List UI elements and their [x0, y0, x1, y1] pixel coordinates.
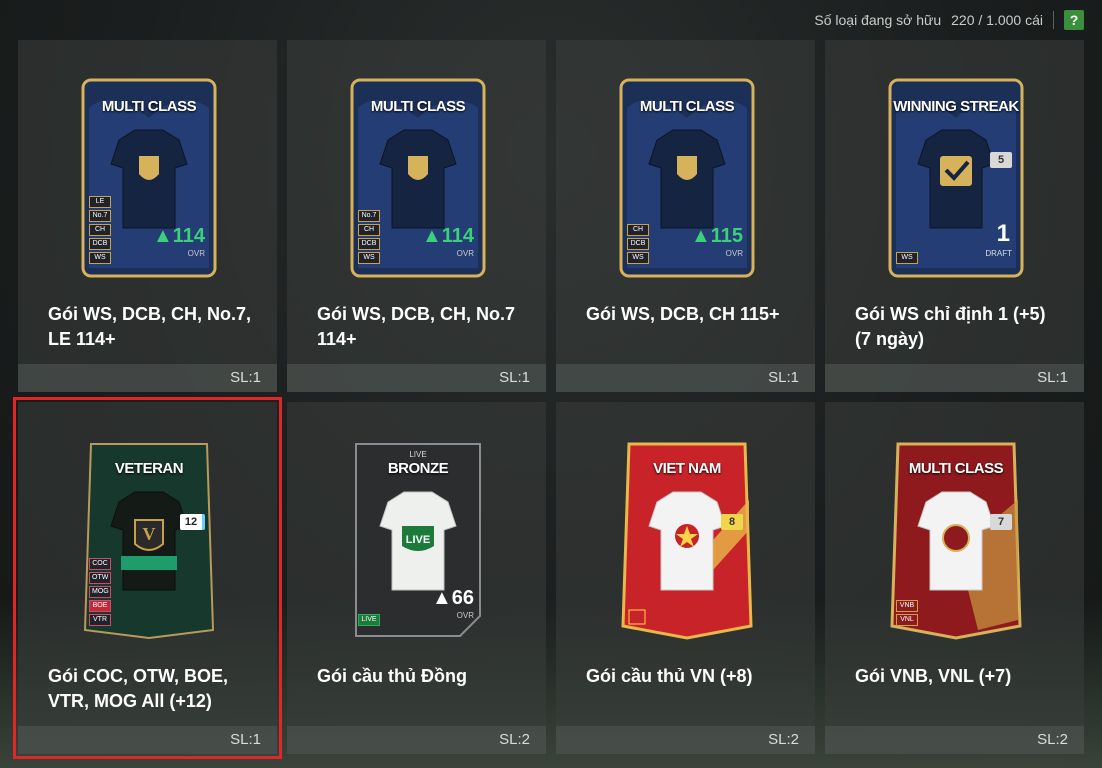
position-badge: MOG [89, 586, 111, 598]
upgrade-tag: 8 [721, 514, 743, 530]
pack-title: Gói WS, DCB, CH, No.7 114+ [317, 304, 515, 349]
position-badges: COC OTW MOG BOE VTR [89, 558, 111, 626]
position-badge: BOE [89, 600, 111, 612]
pack-tile[interactable]: MULTI CLASS LE No.7 CH DCB WS ▲114 OVR G… [18, 40, 277, 392]
position-badges: VNB VNL [896, 600, 918, 626]
header-divider [1053, 11, 1054, 29]
pack-card-image: WINNING STREAK 5 WS 1 DRAFT [888, 78, 1024, 278]
card-class-label: VETERAN [114, 460, 184, 477]
card-class-label: BRONZE [387, 460, 449, 477]
position-badges: CH DCB WS [627, 224, 649, 264]
ovr-value: ▲114 [421, 225, 474, 247]
card-class-label: MULTI CLASS [101, 98, 197, 115]
position-badge: DCB [627, 238, 649, 250]
position-badge: COC [89, 558, 111, 570]
pack-title: Gói cầu thủ Đồng [317, 666, 467, 686]
svg-text:V: V [143, 524, 156, 544]
card-class-label: MULTI CLASS [908, 460, 1004, 477]
position-badge: CH [358, 224, 380, 236]
pack-tile-selected[interactable]: V VETERAN 12 COC OTW MOG BOE VTR Gói COC… [13, 397, 282, 759]
position-badge: OTW [89, 572, 111, 584]
ovr-label: OVR [456, 249, 474, 258]
pack-quantity: SL:2 [499, 731, 530, 748]
ovr-label: OVR [725, 249, 743, 258]
pack-quantity: SL:1 [768, 369, 799, 386]
position-badge: No.7 [358, 210, 380, 222]
pack-title: Gói WS chỉ định 1 (+5) (7 ngày) [855, 304, 1046, 349]
pack-card-image: LIVE LIVE BRONZE LIVE ▲66 OVR [350, 440, 486, 640]
ovr-label: OVR [456, 611, 474, 620]
card-sub-label: LIVE [409, 450, 427, 459]
position-badges: LE No.7 CH DCB WS [89, 196, 111, 264]
pack-card-image: VIET NAM 8 [619, 440, 755, 640]
position-badge: CH [627, 224, 649, 236]
pack-title: Gói WS, DCB, CH, No.7, LE 114+ [48, 304, 252, 349]
pack-tile[interactable]: MULTI CLASS CH DCB WS ▲115 OVR Gói WS, D… [556, 40, 815, 392]
position-badge: CH [89, 224, 111, 236]
pack-quantity: SL:2 [1037, 731, 1068, 748]
pack-card-image: MULTI CLASS LE No.7 CH DCB WS ▲114 OVR [81, 78, 217, 278]
pack-card-image: MULTI CLASS No.7 CH DCB WS ▲114 OVR [350, 78, 486, 278]
owned-label: Số loại đang sở hữu [814, 12, 942, 28]
position-badge: VTR [89, 614, 111, 626]
position-badge: WS [89, 252, 111, 264]
pack-title: Gói WS, DCB, CH 115+ [586, 304, 780, 324]
upgrade-tag: 7 [990, 514, 1012, 530]
pack-tile[interactable]: MULTI CLASS 7 VNB VNL Gói VNB, VNL (+7) … [825, 402, 1084, 754]
inventory-header: Số loại đang sở hữu 220 / 1.000 cái ? [814, 8, 1084, 32]
pack-title: Gói cầu thủ VN (+8) [586, 666, 753, 686]
card-class-label: MULTI CLASS [639, 98, 735, 115]
position-badges: WS [896, 252, 918, 264]
position-badges: No.7 CH DCB WS [358, 210, 380, 264]
upgrade-tag: 12 [180, 514, 205, 530]
card-class-label: MULTI CLASS [370, 98, 466, 115]
position-badge: WS [627, 252, 649, 264]
position-badge: WS [358, 252, 380, 264]
pack-quantity: SL:1 [1037, 369, 1068, 386]
pack-title: Gói COC, OTW, BOE, VTR, MOG All (+12) [48, 666, 228, 711]
position-badge: WS [896, 252, 918, 264]
ovr-value: ▲66 [431, 587, 474, 609]
pack-quantity: SL:1 [230, 369, 261, 386]
card-class-label: VIET NAM [653, 460, 721, 477]
position-badge: No.7 [89, 210, 111, 222]
pack-tile[interactable]: WINNING STREAK 5 WS 1 DRAFT Gói WS chỉ đ… [825, 40, 1084, 392]
position-badge: LIVE [358, 614, 380, 626]
pack-card-image: MULTI CLASS CH DCB WS ▲115 OVR [619, 78, 755, 278]
pack-quantity: SL:1 [499, 369, 530, 386]
pack-card-image: MULTI CLASS 7 VNB VNL [888, 440, 1024, 640]
position-badge: VNL [896, 614, 918, 626]
position-badge: VNB [896, 600, 918, 612]
position-badge: DCB [89, 238, 111, 250]
draft-label: DRAFT [985, 249, 1012, 258]
owned-count: 220 / 1.000 cái [951, 12, 1043, 28]
upgrade-tag: 5 [990, 152, 1012, 168]
pack-tile[interactable]: VIET NAM 8 Gói cầu thủ VN (+8) SL:2 [556, 402, 815, 754]
position-badges: LIVE [358, 614, 380, 626]
pack-quantity: SL:1 [230, 731, 261, 748]
pack-card-image: V VETERAN 12 COC OTW MOG BOE VTR [81, 440, 217, 640]
ovr-value: ▲115 [690, 225, 743, 247]
ovr-label: OVR [187, 249, 205, 258]
pack-tile[interactable]: LIVE LIVE BRONZE LIVE ▲66 OVR Gói cầu th… [287, 402, 546, 754]
pack-title: Gói VNB, VNL (+7) [855, 666, 1012, 686]
card-class-label: WINNING STREAK [893, 98, 1019, 115]
help-button[interactable]: ? [1064, 10, 1084, 30]
svg-text:LIVE: LIVE [406, 534, 430, 546]
draft-value: 1 [996, 220, 1010, 247]
pack-tile[interactable]: MULTI CLASS No.7 CH DCB WS ▲114 OVR Gói … [287, 40, 546, 392]
position-badge: DCB [358, 238, 380, 250]
position-badge: LE [89, 196, 111, 208]
ovr-value: ▲114 [152, 225, 205, 247]
pack-quantity: SL:2 [768, 731, 799, 748]
